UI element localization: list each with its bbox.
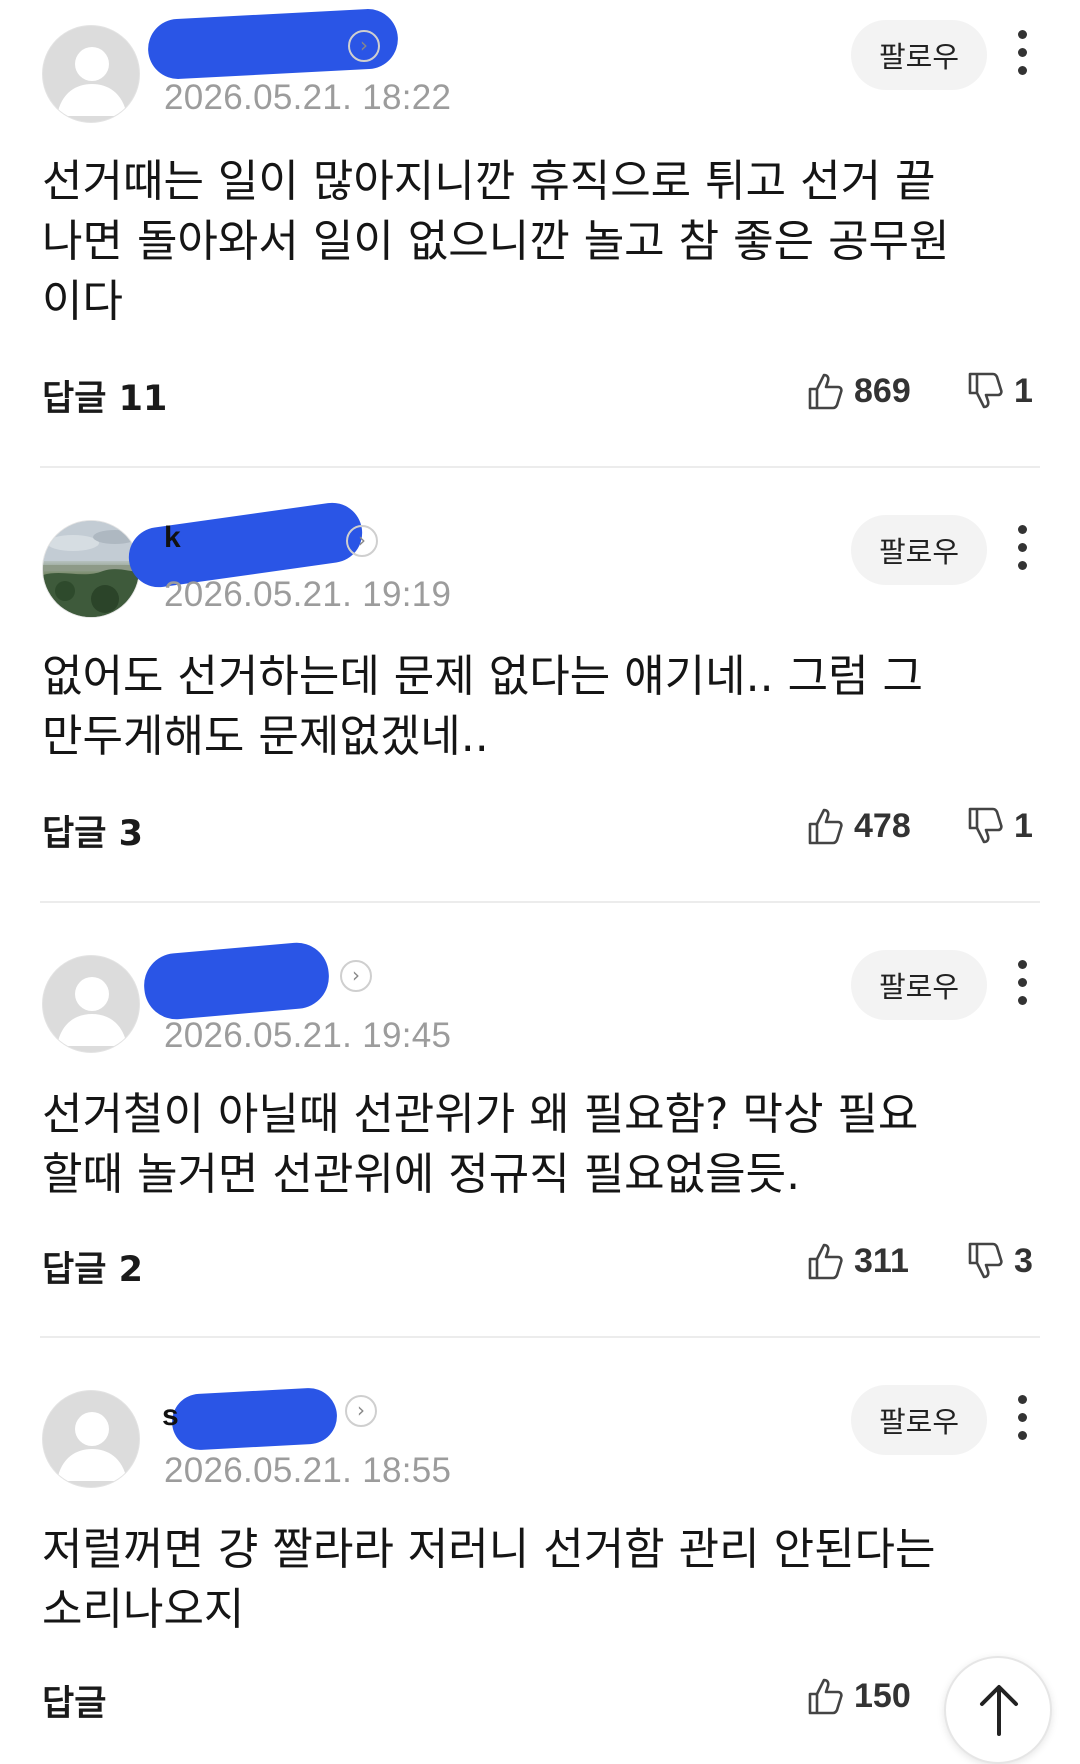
- like-count: 311: [854, 1241, 909, 1280]
- like-button[interactable]: 869: [806, 366, 911, 416]
- comment-item: s › 2026.05.21. 18:55 팔로우 저럴꺼면 걍 짤라라 저러니…: [0, 1365, 1080, 1751]
- dislike-button[interactable]: 3: [966, 1236, 1033, 1286]
- default-avatar[interactable]: [42, 955, 140, 1053]
- reply-button[interactable]: 답글 3: [42, 805, 143, 856]
- comment-timestamp: 2026.05.21. 19:45: [164, 1016, 452, 1055]
- follow-button[interactable]: 팔로우: [851, 1385, 987, 1455]
- more-vertical-icon[interactable]: [1012, 1395, 1032, 1445]
- more-vertical-icon[interactable]: [1012, 30, 1032, 80]
- comment-divider: [40, 1336, 1040, 1338]
- dislike-count: 1: [1014, 371, 1033, 410]
- chevron-right-icon[interactable]: ›: [348, 30, 380, 62]
- like-button[interactable]: 150: [806, 1671, 911, 1721]
- comment-timestamp: 2026.05.21. 18:55: [164, 1451, 452, 1490]
- comment-divider: [40, 901, 1040, 903]
- reply-button[interactable]: 답글: [42, 1675, 106, 1726]
- comment-item: k › 2026.05.21. 19:19 팔로우 없어도 선거하는데 문제 없…: [0, 495, 1080, 901]
- like-button[interactable]: 311: [806, 1236, 909, 1286]
- default-avatar[interactable]: [42, 1390, 140, 1488]
- comment-timestamp: 2026.05.21. 18:22: [164, 78, 452, 117]
- username-fragment[interactable]: k: [164, 521, 181, 555]
- comment-text: 선거철이 아닐때 선관위가 왜 필요함? 막상 필요 할때 놀거면 선관위에 정…: [42, 1089, 919, 1200]
- chevron-right-icon[interactable]: ›: [345, 1395, 377, 1427]
- reply-button[interactable]: 답글 2: [42, 1241, 143, 1292]
- thumbs-down-icon: [968, 1242, 1003, 1279]
- dislike-button[interactable]: 1: [966, 366, 1033, 416]
- redacted-username[interactable]: [170, 1386, 339, 1452]
- arrow-up-icon: [980, 1685, 1018, 1736]
- thumbs-up-icon: [808, 808, 843, 845]
- comment-text: 없어도 선거하는데 문제 없다는 얘기네.. 그럼 그 만두게해도 문제없겠네.…: [42, 651, 924, 762]
- follow-button[interactable]: 팔로우: [851, 950, 987, 1020]
- follow-button[interactable]: 팔로우: [851, 20, 987, 90]
- thumbs-up-icon: [808, 373, 843, 410]
- comment-text: 선거때는 일이 많아지니깐 휴직으로 튀고 선거 끝 나면 돌아와서 일이 없으…: [42, 156, 950, 327]
- more-vertical-icon[interactable]: [1012, 960, 1032, 1010]
- comment-item: › 2026.05.21. 18:22 팔로우 선거때는 일이 많아지니깐 휴직…: [0, 0, 1080, 466]
- comment-text: 저럴꺼면 걍 짤라라 저러니 선거함 관리 안된다는 소리나오지: [42, 1524, 936, 1635]
- like-count: 150: [854, 1676, 911, 1715]
- comment-divider: [40, 466, 1040, 468]
- dislike-count: 1: [1014, 806, 1033, 845]
- comment-item: › 2026.05.21. 19:45 팔로우 선거철이 아닐때 선관위가 왜 …: [0, 930, 1080, 1336]
- like-count: 478: [854, 806, 911, 845]
- thumbs-up-icon: [808, 1243, 843, 1280]
- chevron-right-icon[interactable]: ›: [340, 960, 372, 992]
- comment-timestamp: 2026.05.21. 19:19: [164, 575, 452, 614]
- reply-button[interactable]: 답글 11: [42, 370, 167, 421]
- thumbs-up-icon: [808, 1678, 843, 1715]
- thumbs-down-icon: [968, 372, 1003, 409]
- more-vertical-icon[interactable]: [1012, 525, 1032, 575]
- follow-button[interactable]: 팔로우: [851, 515, 987, 585]
- scroll-to-top-button[interactable]: [944, 1656, 1052, 1764]
- dislike-button[interactable]: 1: [966, 801, 1033, 851]
- default-avatar[interactable]: [42, 25, 140, 123]
- like-button[interactable]: 478: [806, 801, 911, 851]
- thumbs-down-icon: [968, 807, 1003, 844]
- chevron-right-icon[interactable]: ›: [346, 525, 378, 557]
- user-photo-avatar[interactable]: [42, 520, 140, 618]
- like-count: 869: [854, 371, 911, 410]
- username-fragment[interactable]: s: [162, 1399, 179, 1433]
- dislike-count: 3: [1014, 1241, 1033, 1280]
- redacted-username[interactable]: [141, 940, 332, 1022]
